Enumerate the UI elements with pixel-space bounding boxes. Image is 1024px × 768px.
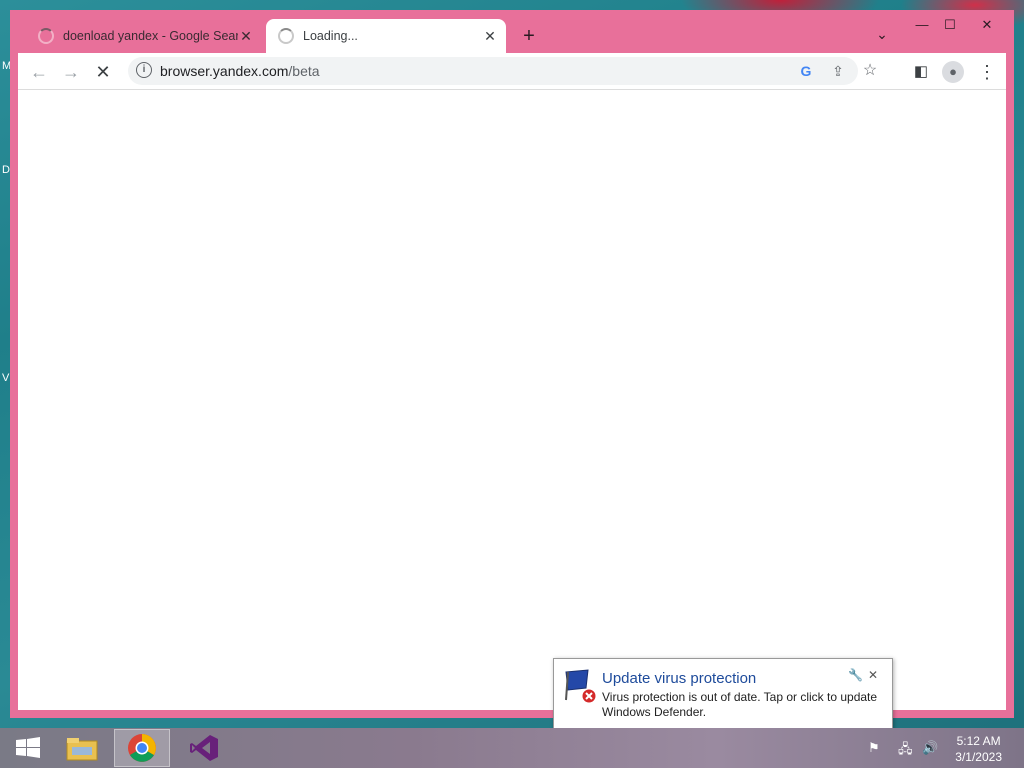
taskbar-visual-studio[interactable] bbox=[176, 729, 232, 767]
notification-body: Virus protection is out of date. Tap or … bbox=[602, 690, 878, 719]
defender-flag-icon bbox=[565, 669, 597, 704]
new-tab-button[interactable]: + bbox=[517, 24, 541, 48]
system-clock[interactable]: 5:12 AM 3/1/2023 bbox=[955, 733, 1002, 765]
stop-loading-icon[interactable]: ✕ bbox=[92, 61, 114, 83]
google-lens-icon[interactable]: G bbox=[796, 61, 816, 81]
share-icon[interactable]: ⇪ bbox=[828, 61, 848, 81]
volume-icon[interactable]: 🔊 bbox=[922, 740, 938, 756]
chrome-icon bbox=[128, 734, 156, 762]
url-text[interactable]: browser.yandex.com/beta bbox=[160, 63, 320, 79]
visual-studio-icon bbox=[190, 735, 218, 761]
defender-notification[interactable]: Update virus protection Virus protection… bbox=[553, 658, 893, 730]
defender-tray-icon[interactable]: ⚑ bbox=[868, 740, 880, 756]
close-notification-icon[interactable]: ✕ bbox=[868, 668, 878, 682]
tab-google-search[interactable]: doenload yandex - Google Searc ✕ bbox=[26, 19, 262, 53]
minimize-button[interactable]: — bbox=[908, 16, 936, 34]
notification-title: Update virus protection bbox=[602, 670, 757, 687]
loading-spinner-icon bbox=[278, 28, 294, 44]
taskbar-chrome[interactable] bbox=[114, 729, 170, 767]
taskbar: ⚑ 🖧 🔊 5:12 AM 3/1/2023 bbox=[0, 728, 1024, 768]
back-arrow-icon[interactable]: ← bbox=[28, 61, 50, 83]
close-tab-icon[interactable]: ✕ bbox=[482, 28, 498, 45]
bookmark-star-icon[interactable]: ☆ bbox=[860, 61, 880, 81]
browser-window: — ☐ ✕ doenload yandex - Google Searc ✕ L… bbox=[10, 10, 1014, 718]
maximize-button[interactable]: ☐ bbox=[936, 16, 964, 34]
browser-toolbar: ← → ✕ i browser.yandex.com/beta G ⇪ ☆ ◧ … bbox=[18, 53, 1006, 90]
taskbar-file-explorer[interactable] bbox=[54, 729, 110, 767]
tab-title: doenload yandex - Google Searc bbox=[63, 29, 238, 43]
clock-time: 5:12 AM bbox=[956, 734, 1001, 748]
page-content bbox=[18, 90, 1006, 710]
tab-search-chevron-icon[interactable]: ⌄ bbox=[872, 26, 892, 46]
close-tab-icon[interactable]: ✕ bbox=[238, 28, 254, 45]
profile-avatar-icon[interactable]: ● bbox=[942, 61, 964, 83]
forward-arrow-icon[interactable]: → bbox=[60, 61, 82, 83]
settings-wrench-icon[interactable]: 🔧 bbox=[848, 668, 863, 682]
start-button[interactable] bbox=[0, 729, 56, 767]
close-button[interactable]: ✕ bbox=[970, 16, 1004, 34]
clock-date: 3/1/2023 bbox=[955, 750, 1002, 764]
tab-loading[interactable]: Loading... ✕ bbox=[266, 19, 506, 53]
desktop-icon-label: V bbox=[2, 372, 10, 384]
folder-icon bbox=[66, 738, 98, 761]
tab-title: Loading... bbox=[303, 29, 358, 43]
address-bar[interactable]: i browser.yandex.com/beta G ⇪ ☆ bbox=[128, 57, 877, 85]
loading-spinner-icon bbox=[38, 28, 54, 44]
site-info-icon[interactable]: i bbox=[136, 62, 152, 78]
windows-logo-icon bbox=[16, 737, 40, 758]
desktop-icon-label: D bbox=[2, 164, 10, 176]
menu-kebab-icon[interactable]: ⋮ bbox=[976, 61, 998, 83]
side-panel-icon[interactable]: ◧ bbox=[910, 61, 932, 83]
network-icon[interactable]: 🖧 bbox=[898, 740, 913, 762]
